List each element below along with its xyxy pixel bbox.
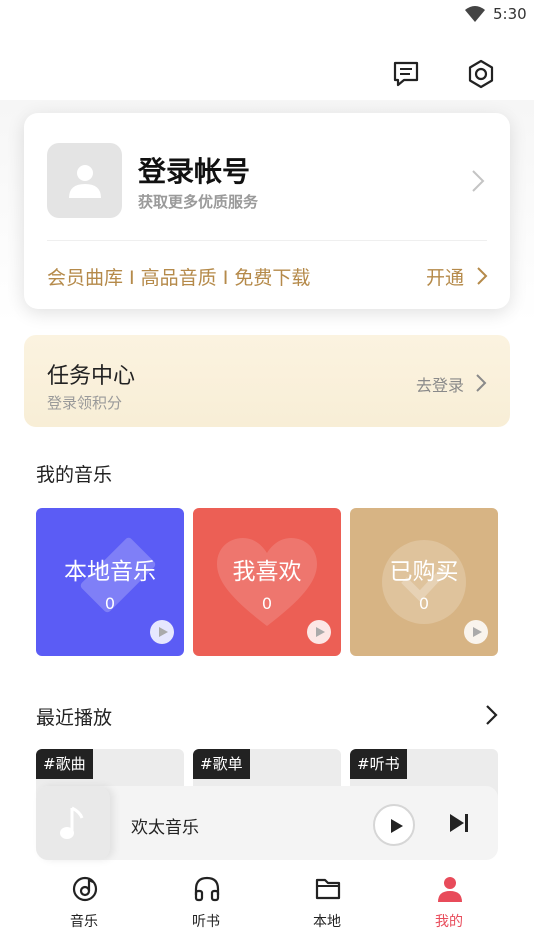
play-button[interactable] <box>464 620 488 644</box>
chevron-right-icon[interactable] <box>484 704 498 726</box>
login-subtitle: 获取更多优质服务 <box>138 193 259 211</box>
music-disc-icon <box>72 876 98 902</box>
vip-open-button[interactable]: 开通 <box>426 263 464 290</box>
chevron-right-icon[interactable] <box>475 373 487 393</box>
play-icon <box>316 627 325 637</box>
task-center-subtitle: 登录领积分 <box>47 394 123 412</box>
message-icon[interactable] <box>391 59 421 89</box>
skip-next-icon[interactable] <box>448 813 470 833</box>
recent-tag: #听书 <box>350 749 407 779</box>
tab-label: 听书 <box>192 914 220 930</box>
tile-local-music[interactable]: 本地音乐 0 <box>36 508 184 656</box>
tab-label: 音乐 <box>70 914 98 930</box>
vip-perks: 会员曲库 I 高品音质 I 免费下载 <box>47 267 311 289</box>
tile-label: 本地音乐 <box>64 559 156 585</box>
recent-title: 最近播放 <box>36 707 113 729</box>
top-toolbar <box>0 55 534 91</box>
wifi-icon <box>465 6 485 22</box>
avatar[interactable] <box>47 143 122 218</box>
tile-count: 0 <box>104 594 116 613</box>
tile-count: 0 <box>418 594 430 613</box>
recent-tag: #歌曲 <box>36 749 93 779</box>
tile-label: 已购买 <box>389 559 459 585</box>
status-time: 5:30 <box>493 5 527 23</box>
my-music-title: 我的音乐 <box>36 464 113 486</box>
chevron-right-icon[interactable] <box>476 266 488 286</box>
tab-audiobooks[interactable]: 听书 <box>161 868 251 949</box>
settings-icon[interactable] <box>465 58 497 90</box>
player-play-button[interactable] <box>373 804 415 846</box>
person-icon <box>438 877 462 902</box>
tab-local[interactable]: 本地 <box>282 868 372 949</box>
tile-label: 我喜欢 <box>232 559 302 585</box>
player-title: 欢太音乐 <box>131 818 199 838</box>
music-note-icon <box>60 806 84 839</box>
divider <box>47 240 487 241</box>
play-icon <box>391 819 403 833</box>
tile-purchased[interactable]: 已购买 0 <box>350 508 498 656</box>
tile-favorites[interactable]: 我喜欢 0 <box>193 508 341 656</box>
play-button[interactable] <box>307 620 331 644</box>
album-art[interactable] <box>36 786 110 860</box>
status-bar: 5:30 <box>0 0 534 30</box>
mini-player[interactable]: 欢太音乐 <box>36 786 498 860</box>
chevron-right-icon[interactable] <box>471 169 485 193</box>
tab-mine[interactable]: 我的 <box>404 868 494 949</box>
play-icon <box>159 627 168 637</box>
headphones-icon <box>194 876 220 902</box>
task-center-title: 任务中心 <box>47 364 136 389</box>
folder-icon <box>315 878 341 900</box>
tab-label: 本地 <box>313 914 341 930</box>
play-button[interactable] <box>150 620 174 644</box>
tab-music[interactable]: 音乐 <box>39 868 129 949</box>
default-avatar-icon <box>69 165 101 198</box>
login-title[interactable]: 登录帐号 <box>138 150 250 190</box>
bottom-tab-bar: 音乐 听书 本地 我的 <box>0 868 534 949</box>
play-icon <box>473 627 482 637</box>
tab-label: 我的 <box>435 914 463 930</box>
tile-count: 0 <box>261 594 273 613</box>
login-card[interactable]: 登录帐号 获取更多优质服务 会员曲库 I 高品音质 I 免费下载 开通 <box>24 113 510 309</box>
task-login-button[interactable]: 去登录 <box>416 372 464 396</box>
task-center-card[interactable]: 任务中心 登录领积分 去登录 <box>24 335 510 427</box>
recent-tag: #歌单 <box>193 749 250 779</box>
